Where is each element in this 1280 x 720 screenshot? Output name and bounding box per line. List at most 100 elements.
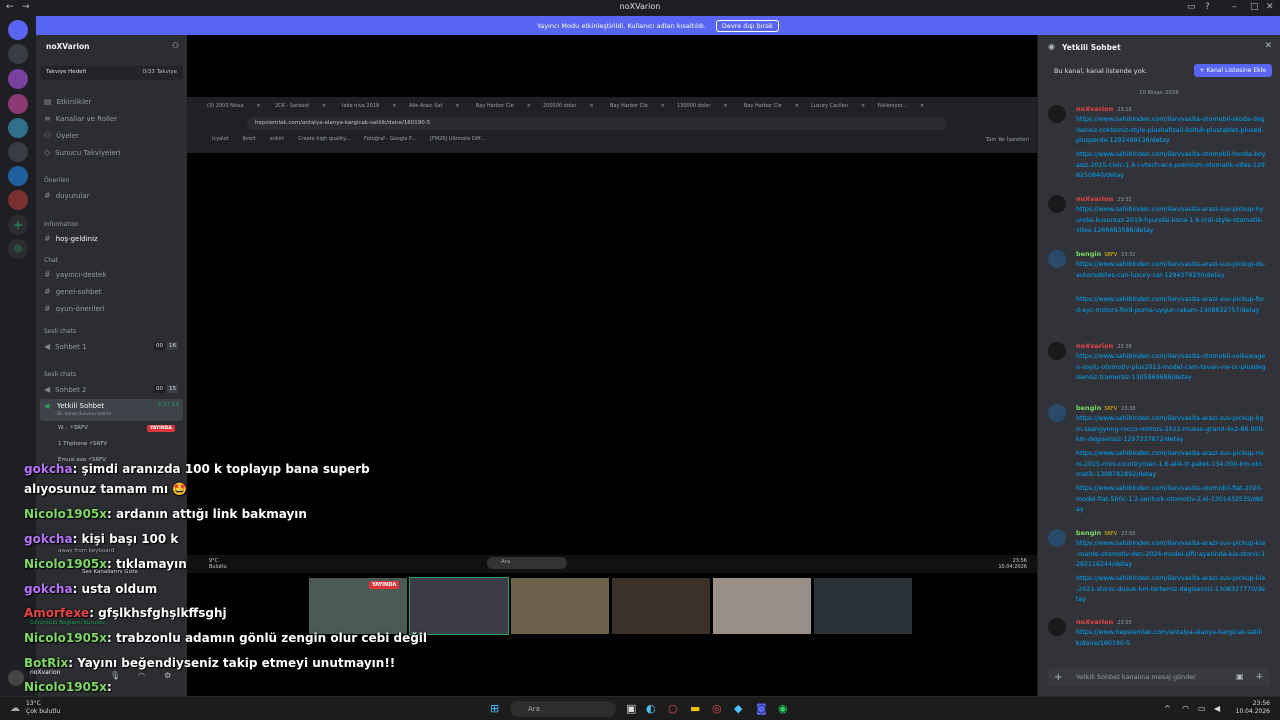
maximize-icon[interactable]: □	[1250, 2, 1259, 12]
message-author[interactable]: bengin	[1076, 250, 1101, 258]
channel-duyurular[interactable]: # duyurular	[44, 191, 90, 200]
whatsapp-icon[interactable]: ◉	[778, 702, 788, 715]
webcam-tile[interactable]	[814, 578, 912, 634]
invite-icon[interactable]: ⚇	[172, 41, 179, 50]
webcam-tile[interactable]	[409, 577, 509, 635]
webcam-tile[interactable]: YAYINDA	[309, 578, 407, 634]
webcam-tile[interactable]	[612, 578, 710, 634]
channel-status[interactable]: Bir kanal durumu belirle	[57, 412, 111, 417]
channel-hos-geldiniz[interactable]: # hoş-geldiniz	[44, 234, 98, 243]
server-icon[interactable]	[8, 166, 28, 186]
minimize-icon[interactable]: –	[1232, 2, 1237, 12]
server-icon[interactable]	[8, 44, 28, 64]
sticker-icon[interactable]: ▣	[1236, 672, 1244, 681]
message-link[interactable]: https://www.sahibinden.com/ilan/vasita-a…	[1076, 539, 1266, 571]
avatar[interactable]	[1048, 529, 1066, 547]
voice-channel-yetkili[interactable]: ◀ Yetkili Sohbet 2:27:15 Bir kanal durum…	[40, 399, 183, 421]
message-author[interactable]: bengin	[1076, 404, 1101, 412]
sidebar-item-boosts[interactable]: ◇ Sunucu Takviyeleri	[44, 148, 121, 157]
message-author[interactable]: noXvarion	[1076, 195, 1113, 203]
help-icon[interactable]: ?	[1205, 2, 1210, 12]
volume-icon[interactable]: ◀	[1214, 704, 1220, 713]
wifi-icon[interactable]: ◠	[1182, 704, 1189, 713]
sidebar-item-events[interactable]: ▤ Etkinlikler	[44, 97, 91, 106]
hide-voice-channels[interactable]: Ses Kanallarını Gizle	[82, 569, 138, 575]
apps-icon[interactable]: ⁜	[1256, 672, 1263, 681]
webcam-tile[interactable]	[713, 578, 811, 634]
voice-channel-sohbet2[interactable]: ◀ Sohbet 2	[44, 385, 87, 394]
dm-home-icon[interactable]	[8, 20, 28, 40]
opera-icon[interactable]: ○	[668, 702, 678, 715]
category-information[interactable]: Information	[44, 221, 79, 228]
channel-oyun-onerileri[interactable]: # oyun-önerileri	[44, 304, 105, 313]
message-author[interactable]: noXvarion	[1076, 342, 1113, 350]
message-link[interactable]: https://www.sahibinden.com/ilan/vasita-a…	[1076, 449, 1266, 481]
discover-icon[interactable]: ◎	[8, 239, 28, 259]
avatar[interactable]	[8, 670, 24, 686]
avatar[interactable]	[1048, 404, 1066, 422]
tray-expand-icon[interactable]: ^	[1164, 704, 1171, 713]
close-window-icon[interactable]: ✕	[1266, 2, 1274, 12]
message-author[interactable]: noXvarion	[1076, 105, 1113, 113]
headphones-icon[interactable]: ◠	[138, 671, 145, 680]
message-link[interactable]: https://www.sahibinden.com/ilan/vasita-a…	[1076, 574, 1266, 606]
message-link[interactable]: https://www.sahibinden.com/ilan/vasita-a…	[1076, 295, 1266, 316]
task-view-icon[interactable]: ▣	[626, 702, 636, 715]
message-link[interactable]: https://www.sahibinden.com/ilan/vasita-o…	[1076, 484, 1266, 516]
chrome-icon[interactable]: ◎	[712, 702, 722, 715]
add-server-icon[interactable]: +	[8, 215, 28, 235]
avatar[interactable]	[1048, 618, 1066, 636]
overlay-username: gokcha	[24, 532, 73, 546]
inbox-icon[interactable]: ▭	[1187, 2, 1196, 12]
settings-icon[interactable]: ⚙	[164, 671, 171, 680]
close-icon[interactable]: ✕	[1264, 41, 1272, 51]
category-recommended[interactable]: Önerilen	[44, 177, 70, 184]
start-icon[interactable]: ⊞	[490, 702, 499, 715]
voice-user[interactable]: 1 Thphone ⚡SRFV	[58, 441, 107, 447]
message-link[interactable]: https://www.sahibinden.com/ilan/vasita-a…	[1076, 414, 1266, 446]
voice-channel-sohbet1[interactable]: ◀ Sohbet 1	[44, 342, 87, 351]
channel-genel-sohbet[interactable]: # genel-sohbet	[44, 287, 102, 296]
category-chat[interactable]: Chat	[44, 257, 58, 264]
message-link[interactable]: https://www.sahibinden.com/ilan/vasita-o…	[1076, 115, 1266, 147]
boost-goal-bar[interactable]: Takviye Hedefi 0/33 Takviye	[40, 66, 183, 80]
message-link[interactable]: https://www.sahibinden.com/ilan/vasita-a…	[1076, 260, 1266, 281]
disable-streamer-mode-button[interactable]: Devre dışı bırak	[715, 19, 779, 32]
message-link[interactable]: https://www.sahibinden.com/ilan/vasita-a…	[1076, 205, 1266, 237]
avatar[interactable]	[1048, 250, 1066, 268]
message-link[interactable]: https://www.hepsiemlak.com/antalya-alany…	[1076, 628, 1266, 649]
category-voice[interactable]: Sesli chats	[44, 328, 76, 335]
add-attachment-icon[interactable]: +	[1054, 672, 1062, 683]
stream-view[interactable]: (3) 2003 Nissa ✕ 2CK - Serbest ✕ lada niva 2…	[187, 35, 1037, 696]
avatar[interactable]	[1048, 105, 1066, 123]
voice-user[interactable]: W... ⚡SRFV	[58, 425, 88, 431]
app-icon[interactable]: ◆	[734, 702, 742, 715]
microphone-icon[interactable]: 🎙	[110, 671, 120, 680]
avatar[interactable]	[1048, 342, 1066, 360]
weather-widget[interactable]: 13°C Çok bulutlu	[26, 700, 60, 716]
server-name[interactable]: noXVarion	[46, 42, 90, 51]
message-link[interactable]: https://www.sahibinden.com/ilan/vasita-o…	[1076, 352, 1266, 384]
battery-icon[interactable]: ▭	[1198, 704, 1206, 713]
chat-panel: ◉ Yetkili Sohbet ✕ Bu kanal, kanal liste…	[1038, 35, 1280, 696]
server-icon[interactable]	[8, 190, 28, 210]
server-icon[interactable]	[8, 142, 28, 162]
edge-icon[interactable]: ◐	[646, 702, 656, 715]
message-link[interactable]: https://www.sahibinden.com/ilan/vasita-o…	[1076, 150, 1266, 182]
taskbar-clock[interactable]: 23:56 10.04.2026	[1236, 700, 1270, 716]
message-author[interactable]: bengin	[1076, 529, 1101, 537]
sidebar-item-members[interactable]: ⚇ Üyeler	[44, 131, 79, 140]
folder-icon[interactable]: ▬	[690, 702, 700, 715]
server-icon[interactable]	[8, 69, 28, 89]
category-voice[interactable]: Sesli chats	[44, 371, 76, 378]
avatar[interactable]	[1048, 195, 1066, 213]
webcam-tile[interactable]	[511, 578, 609, 634]
add-to-channel-list-button[interactable]: + Kanal Listesine Ekle	[1193, 64, 1272, 77]
server-icon[interactable]	[8, 94, 28, 114]
channel-yayinci-destek[interactable]: # yayıncı-destek	[44, 270, 106, 279]
sidebar-item-channels-roles[interactable]: ≡ Kanallar ve Roller	[44, 114, 117, 123]
server-icon[interactable]	[8, 118, 28, 138]
discord-icon[interactable]: ◙	[756, 702, 767, 715]
message-author[interactable]: noXvarion	[1076, 618, 1113, 626]
taskbar-search[interactable]: Ara	[510, 701, 616, 717]
